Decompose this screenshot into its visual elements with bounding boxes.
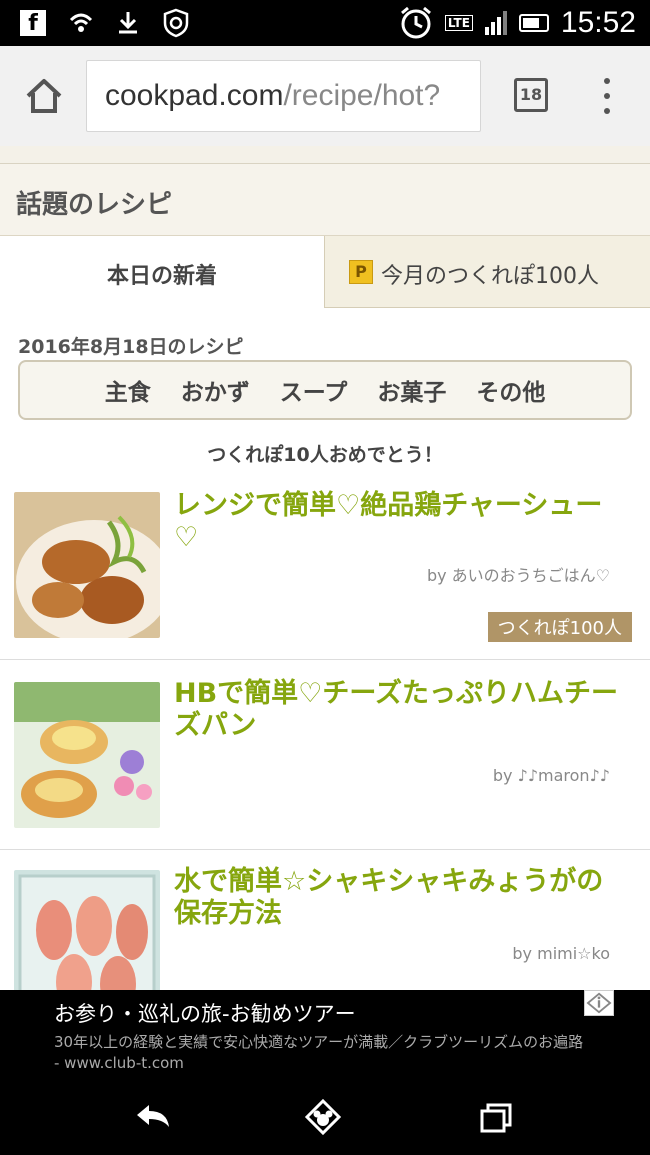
tab-monthly-tsukurepo[interactable]: P 今月のつくれぽ100人	[324, 236, 650, 308]
premium-p-icon: P	[349, 260, 373, 284]
recent-apps-icon[interactable]	[476, 1097, 516, 1137]
section-header: 話題のレシピ	[0, 164, 650, 236]
web-content: 話題のレシピ 本日の新着 P 今月のつくれぽ100人 2016年8月18日のレシ…	[0, 146, 650, 990]
category-sweets[interactable]: お菓子	[377, 373, 446, 407]
category-other[interactable]: その他	[476, 373, 545, 407]
tab-switcher-button[interactable]: 18	[514, 78, 548, 112]
tsukurepo-badge: つくれぽ100人	[487, 612, 632, 642]
alarm-icon	[400, 6, 431, 39]
recipe-card[interactable]: HBで簡単♡チーズたっぷりハムチーズパン by ♪♪maron♪♪	[0, 660, 650, 850]
recipe-title[interactable]: HBで簡単♡チーズたっぷりハムチーズパン	[174, 678, 624, 742]
battery-icon	[518, 14, 549, 32]
url-path: /recipe/hot?	[283, 79, 441, 112]
header-divider	[0, 146, 650, 164]
browser-toolbar: cookpad.com/recipe/hot? 18	[0, 46, 650, 146]
clock: 15:52	[560, 6, 636, 39]
recipe-thumbnail[interactable]	[14, 870, 160, 990]
facebook-icon: f	[20, 10, 46, 36]
category-side-dish[interactable]: おかず	[181, 373, 250, 407]
home-icon[interactable]	[24, 76, 64, 116]
recipe-author[interactable]: by ♪♪maron♪♪	[493, 766, 610, 785]
navigation-bar	[0, 1075, 650, 1155]
ad-title[interactable]: お参り・巡礼の旅-お勧めツアー	[54, 998, 356, 1028]
tab-today-new[interactable]: 本日の新着	[0, 236, 324, 308]
download-icon	[119, 12, 137, 34]
recipe-thumbnail[interactable]	[14, 682, 160, 828]
recipe-thumbnail[interactable]	[14, 492, 160, 638]
tab-monthly-label: 今月のつくれぽ100人	[381, 264, 599, 289]
recipe-author[interactable]: by あいのおうちごはん♡	[427, 562, 610, 586]
lte-icon: LTE	[444, 15, 473, 31]
signal-icon	[484, 11, 507, 35]
recipe-card[interactable]: 水で簡単☆シャキシャキみょうがの保存方法 by mimi☆ko	[0, 850, 650, 990]
wifi-call-icon	[69, 13, 93, 32]
ad-banner[interactable]: お参り・巡礼の旅-お勧めツアー 30年以上の経験と実績で安心快適なツアーが満載／…	[0, 990, 650, 1075]
ad-info-icon[interactable]	[584, 990, 614, 1016]
category-staple[interactable]: 主食	[105, 373, 151, 407]
recipe-tabs: 本日の新着 P 今月のつくれぽ100人	[0, 236, 650, 308]
tab-today-label: 本日の新着	[106, 264, 217, 289]
recipe-title[interactable]: レンジで簡単♡絶品鶏チャーシュー♡	[174, 490, 624, 554]
recipe-card[interactable]: レンジで簡単♡絶品鶏チャーシュー♡ by あいのおうちごはん♡ つくれぽ100人	[0, 476, 650, 660]
vpn-shield-icon	[163, 8, 189, 38]
overflow-menu-icon[interactable]	[600, 78, 614, 114]
date-label: 2016年8月18日のレシピ	[18, 336, 244, 358]
congrats-heading: つくれぽ10人おめでとう！	[207, 444, 443, 466]
url-bar[interactable]: cookpad.com/recipe/hot?	[86, 60, 481, 132]
url-host: cookpad.com	[105, 79, 284, 112]
url-text: cookpad.com/recipe/hot?	[105, 79, 440, 113]
recipe-author[interactable]: by mimi☆ko	[512, 944, 610, 963]
back-icon[interactable]	[133, 1097, 173, 1137]
ad-description-text: 30年以上の経験と実績で安心快適なツアーが満載／クラブツーリズムのお遍路	[54, 1033, 584, 1051]
status-bar: f LTE 15:52	[0, 0, 650, 46]
home-icon[interactable]	[303, 1097, 343, 1137]
recipe-title[interactable]: 水で簡単☆シャキシャキみょうがの保存方法	[174, 866, 624, 930]
section-title: 話題のレシピ	[16, 190, 173, 220]
ad-description: 30年以上の経験と実績で安心快適なツアーが満載／クラブツーリズムのお遍路 - w…	[54, 1032, 594, 1074]
category-filter: 主食 おかず スープ お菓子 その他	[18, 360, 632, 420]
category-soup[interactable]: スープ	[280, 373, 348, 407]
ad-domain[interactable]: - www.club-t.com	[54, 1054, 184, 1072]
